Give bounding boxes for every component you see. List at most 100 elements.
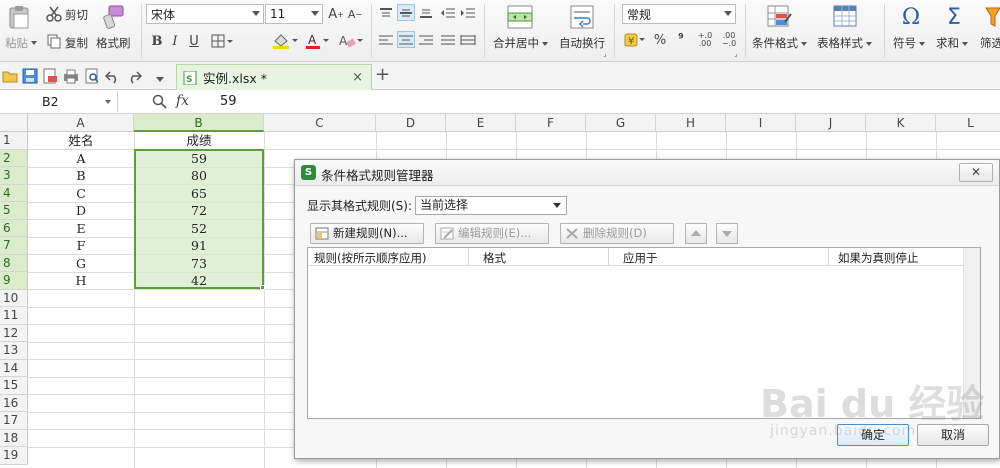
cell-score[interactable]: 52 (134, 220, 264, 238)
cell-score[interactable]: 65 (134, 185, 264, 203)
row-header[interactable]: 16 (0, 394, 28, 412)
row-header[interactable]: 11 (0, 307, 28, 325)
ok-button[interactable]: 确定 (837, 424, 909, 446)
paste-icon[interactable] (6, 4, 32, 32)
dialog-title-bar[interactable]: S 条件格式规则管理器 ✕ (295, 160, 999, 186)
column-header[interactable]: L (936, 114, 1000, 132)
edit-rule-button[interactable]: 编辑规则(E)... (435, 223, 549, 244)
copy-button[interactable]: 复制 (65, 35, 88, 51)
column-header[interactable]: J (796, 114, 866, 132)
align-middle-icon[interactable] (397, 4, 415, 21)
column-header[interactable]: K (866, 114, 936, 132)
select-all-corner[interactable] (0, 114, 28, 132)
column-header[interactable]: I (726, 114, 796, 132)
column-applies-to[interactable]: 应用于 (623, 250, 658, 266)
new-rule-button[interactable]: 新建规则(N)... (310, 223, 424, 244)
row-header[interactable]: 8 (0, 254, 28, 272)
row-header[interactable]: 5 (0, 202, 28, 220)
cell-score[interactable]: 42 (134, 272, 264, 290)
cell-score[interactable]: 72 (134, 202, 264, 220)
row-header[interactable]: 15 (0, 377, 28, 395)
row-header[interactable]: 10 (0, 289, 28, 307)
clear-format-icon[interactable]: A (338, 32, 364, 50)
cell-score[interactable]: 59 (134, 150, 264, 168)
filter-button[interactable]: 筛选 (980, 35, 1000, 51)
cell-name[interactable]: A (28, 150, 134, 168)
wrap-text-icon[interactable] (570, 5, 594, 29)
cell-score[interactable]: 91 (134, 237, 264, 255)
redo-icon[interactable] (126, 68, 143, 84)
export-pdf-icon[interactable] (42, 68, 58, 84)
fill-color-icon[interactable] (272, 32, 298, 50)
column-header[interactable]: G (586, 114, 656, 132)
cut-button[interactable]: 剪切 (65, 7, 88, 23)
sigma-icon[interactable]: Σ (941, 4, 967, 30)
indent-decrease-icon[interactable] (440, 6, 456, 20)
format-painter-icon[interactable] (101, 4, 125, 30)
font-name-select[interactable]: 宋体 (146, 4, 264, 24)
row-header[interactable]: 12 (0, 324, 28, 342)
omega-icon[interactable]: Ω (898, 4, 924, 30)
row-header[interactable]: 6 (0, 219, 28, 237)
show-rules-select[interactable]: 当前选择 (415, 196, 567, 215)
column-stop-if-true[interactable]: 如果为真则停止 (838, 250, 919, 266)
close-tab-icon[interactable]: × (352, 70, 363, 85)
open-folder-icon[interactable] (2, 68, 18, 84)
font-color-icon[interactable]: A (305, 32, 331, 50)
align-left-icon[interactable] (378, 33, 394, 47)
align-right-icon[interactable] (418, 33, 434, 47)
row-header[interactable]: 2 (0, 149, 28, 167)
symbol-button[interactable]: 符号 (893, 35, 925, 51)
merge-center-button[interactable]: 合并居中 (493, 35, 548, 51)
conditional-format-button[interactable]: 条件格式 (752, 35, 807, 51)
format-painter-button[interactable]: 格式刷 (96, 35, 131, 51)
row-header[interactable]: 4 (0, 184, 28, 202)
undo-icon[interactable] (104, 68, 121, 84)
row-header[interactable]: 7 (0, 237, 28, 255)
cell-score[interactable]: 73 (134, 255, 264, 273)
cell-score[interactable]: 80 (134, 167, 264, 185)
cancel-button[interactable]: 取消 (917, 424, 989, 446)
column-header[interactable]: A (28, 114, 134, 132)
number-format-select[interactable]: 常规 (622, 4, 736, 24)
row-header[interactable]: 14 (0, 359, 28, 377)
cell-name[interactable]: E (28, 220, 134, 238)
bold-button[interactable]: B (150, 32, 164, 50)
row-header[interactable]: 9 (0, 272, 28, 290)
column-header[interactable]: C (264, 114, 376, 132)
column-format[interactable]: 格式 (483, 250, 506, 266)
move-up-button[interactable] (685, 223, 707, 244)
column-header[interactable]: F (516, 114, 586, 132)
column-header[interactable]: B (134, 114, 264, 132)
merge-center-icon[interactable] (507, 5, 533, 29)
cell-a1[interactable]: 姓名 (28, 132, 134, 150)
column-header[interactable]: E (446, 114, 516, 132)
cell-name[interactable]: F (28, 237, 134, 255)
move-down-button[interactable] (716, 223, 738, 244)
formula-input[interactable]: 59 (220, 94, 237, 109)
customize-toolbar-icon[interactable] (155, 73, 165, 82)
row-header[interactable]: 18 (0, 429, 28, 447)
sum-button[interactable]: 求和 (936, 35, 968, 51)
cell-name[interactable]: C (28, 185, 134, 203)
thousands-button[interactable]: ⁹ (675, 31, 687, 47)
column-rule[interactable]: 规则(按所示顺序应用) (314, 250, 426, 266)
table-style-icon[interactable] (833, 5, 859, 29)
zoom-search-icon[interactable] (152, 94, 168, 110)
cell-name[interactable]: H (28, 272, 134, 290)
print-icon[interactable] (63, 68, 79, 84)
delete-rule-button[interactable]: 删除规则(D) (560, 223, 674, 244)
percent-button[interactable]: % (652, 32, 668, 48)
distribute-icon[interactable] (460, 33, 476, 47)
cell-b1[interactable]: 成绩 (134, 132, 264, 150)
align-center-icon[interactable] (397, 31, 415, 48)
new-tab-icon[interactable]: + (375, 65, 391, 85)
dialog-launcher-icon[interactable]: ⌟ (601, 50, 609, 58)
italic-button[interactable]: I (168, 32, 182, 50)
cell-name[interactable]: B (28, 167, 134, 185)
insert-function-button[interactable]: fx (176, 93, 189, 109)
currency-icon[interactable]: ¥ (624, 32, 646, 48)
font-size-select[interactable]: 11 (265, 4, 323, 24)
row-header[interactable]: 17 (0, 412, 28, 430)
borders-icon[interactable] (210, 32, 234, 50)
